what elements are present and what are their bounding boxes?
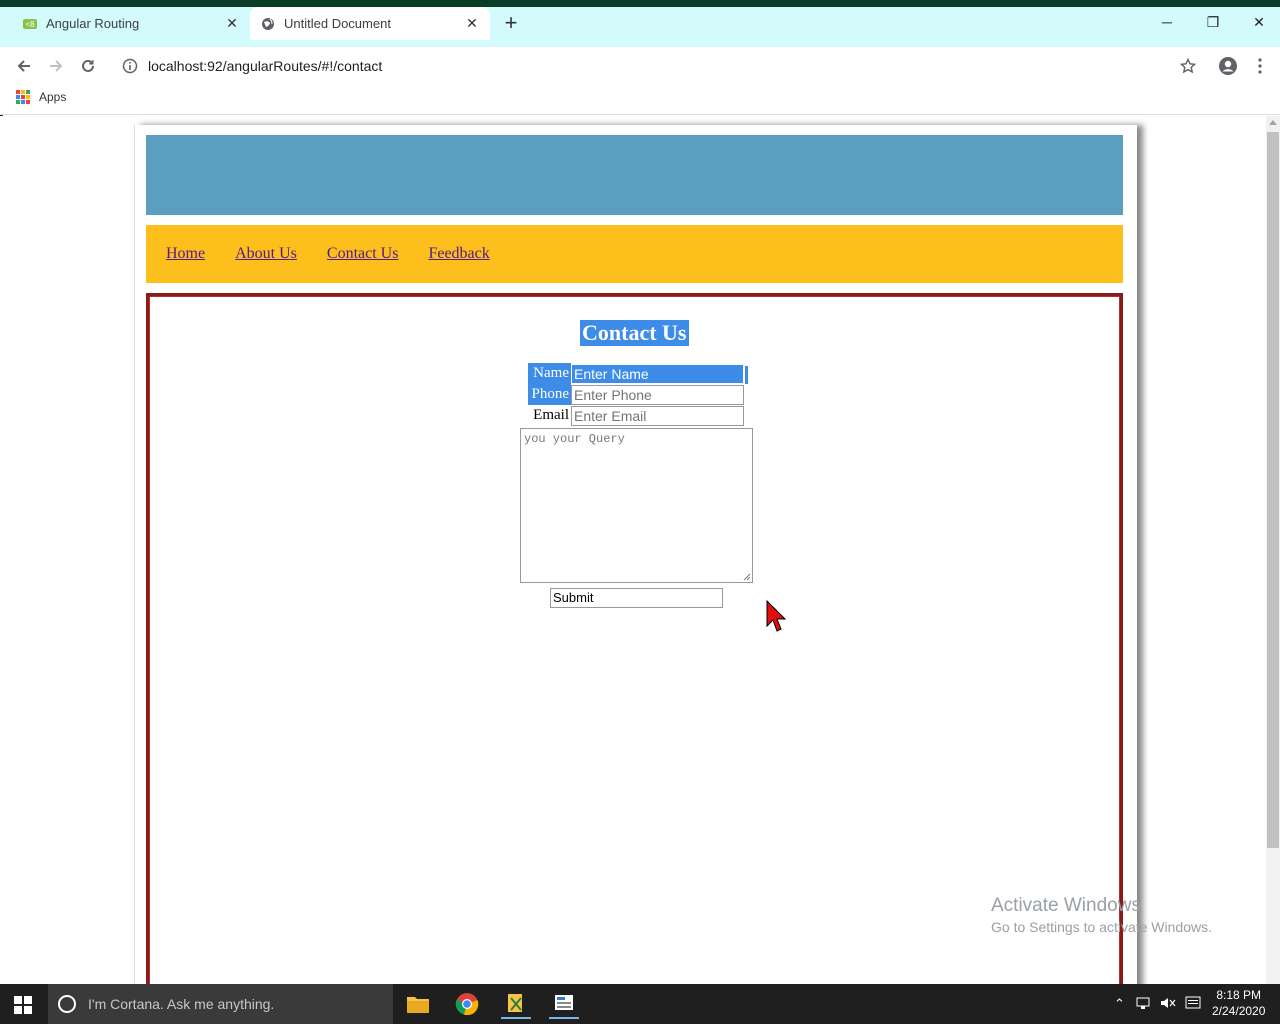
content-panel: Contact Us Name Enter Name Phone Enter P… (146, 293, 1123, 984)
tray-chevron-up-icon[interactable]: ⌃ (1114, 996, 1125, 1012)
reload-icon[interactable] (78, 56, 98, 76)
tab-title: Untitled Document (284, 16, 391, 31)
cortana-ring-icon (58, 995, 76, 1013)
chrome-icon[interactable] (452, 989, 482, 1019)
email-input[interactable]: Enter Email (571, 405, 744, 426)
email-label: Email (533, 407, 569, 423)
url-text: localhost:92/angularRoutes/#!/contact (148, 58, 383, 74)
network-icon[interactable] (1136, 996, 1152, 1013)
windows-start-icon[interactable] (14, 996, 32, 1014)
action-center-icon[interactable] (1185, 996, 1201, 1013)
apps-label: Apps (39, 90, 67, 104)
mouse-cursor-icon (766, 600, 786, 632)
resize-grip-icon[interactable] (743, 573, 751, 581)
name-label: Name (528, 363, 571, 384)
apps-shortcut[interactable]: Apps (16, 90, 66, 104)
xampp-icon[interactable] (501, 989, 531, 1019)
close-tab-icon[interactable]: ✕ (462, 14, 482, 34)
query-placeholder: you your Query (524, 432, 625, 446)
restore-icon[interactable]: ❐ (1203, 14, 1223, 31)
nav-link-contact-us[interactable]: Contact Us (327, 245, 399, 263)
bookmark-star-icon[interactable] (1178, 56, 1198, 76)
bookmarks-bar (0, 85, 1280, 115)
page-viewport: Home About Us Contact Us Feedback Contac… (0, 116, 1266, 984)
submit-button[interactable]: Submit (550, 588, 723, 608)
activate-windows-watermark: Activate Windows Go to Settings to activ… (991, 895, 1212, 935)
phone-input[interactable]: Enter Phone (571, 384, 744, 405)
cortana-placeholder: I'm Cortana. Ask me anything. (88, 996, 275, 1012)
name-input[interactable]: Enter Name (571, 363, 744, 384)
profile-icon[interactable] (1218, 56, 1238, 76)
presentation-app-icon[interactable] (549, 989, 579, 1019)
tab-angular-routing[interactable]: <8 Angular Routing ✕ (12, 7, 250, 40)
nav-link-home[interactable]: Home (166, 245, 205, 263)
back-icon[interactable] (14, 56, 34, 76)
minimize-icon[interactable]: ─ (1157, 14, 1177, 30)
email-row: Email Enter Email (528, 405, 744, 426)
clock-date: 2/24/2020 (1212, 1004, 1266, 1018)
phone-label: Phone (528, 384, 571, 405)
query-textarea[interactable]: you your Query (520, 428, 753, 583)
scrollbar-thumb[interactable] (1267, 132, 1279, 848)
cortana-search-box[interactable]: I'm Cortana. Ask me anything. (48, 984, 393, 1024)
page-title: Contact Us (580, 320, 689, 346)
close-tab-icon[interactable]: ✕ (222, 14, 242, 34)
close-window-icon[interactable]: ✕ (1249, 14, 1269, 31)
new-tab-button[interactable]: + (500, 12, 522, 35)
file-explorer-icon[interactable] (403, 989, 433, 1019)
forward-icon[interactable] (46, 56, 66, 76)
watermark-subtitle: Go to Settings to activate Windows. (991, 919, 1212, 935)
tab-untitled-document[interactable]: Untitled Document ✕ (250, 7, 490, 40)
svg-text:<8: <8 (25, 20, 35, 29)
volume-muted-icon[interactable] (1160, 996, 1176, 1013)
globe-icon (260, 16, 276, 32)
selection-caret (745, 366, 748, 384)
nav-link-about-us[interactable]: About Us (235, 245, 297, 263)
nav-menu: Home About Us Contact Us Feedback (146, 225, 1123, 283)
menu-kebab-icon[interactable] (1250, 56, 1270, 76)
nav-link-feedback[interactable]: Feedback (428, 245, 489, 263)
clock-time: 8:18 PM (1216, 988, 1262, 1002)
page-container: Home About Us Contact Us Feedback Contac… (134, 125, 1137, 984)
apps-grid-icon (16, 90, 30, 104)
page-scrollbar[interactable] (1266, 116, 1280, 984)
watermark-title: Activate Windows (991, 895, 1141, 916)
page-header-banner (146, 135, 1123, 215)
tab-title: Angular Routing (46, 16, 140, 31)
angular-favicon-icon: <8 (22, 16, 38, 32)
scroll-up-arrow-icon[interactable] (1269, 120, 1277, 125)
address-bar[interactable]: localhost:92/angularRoutes/#!/contact (112, 52, 1162, 80)
window-top-border (0, 0, 1280, 7)
taskbar-clock[interactable]: 8:18 PM 2/24/2020 (1212, 987, 1265, 1019)
name-row: Name Enter Name (528, 363, 744, 384)
info-icon[interactable] (122, 58, 138, 74)
phone-row: Phone Enter Phone (528, 384, 744, 405)
